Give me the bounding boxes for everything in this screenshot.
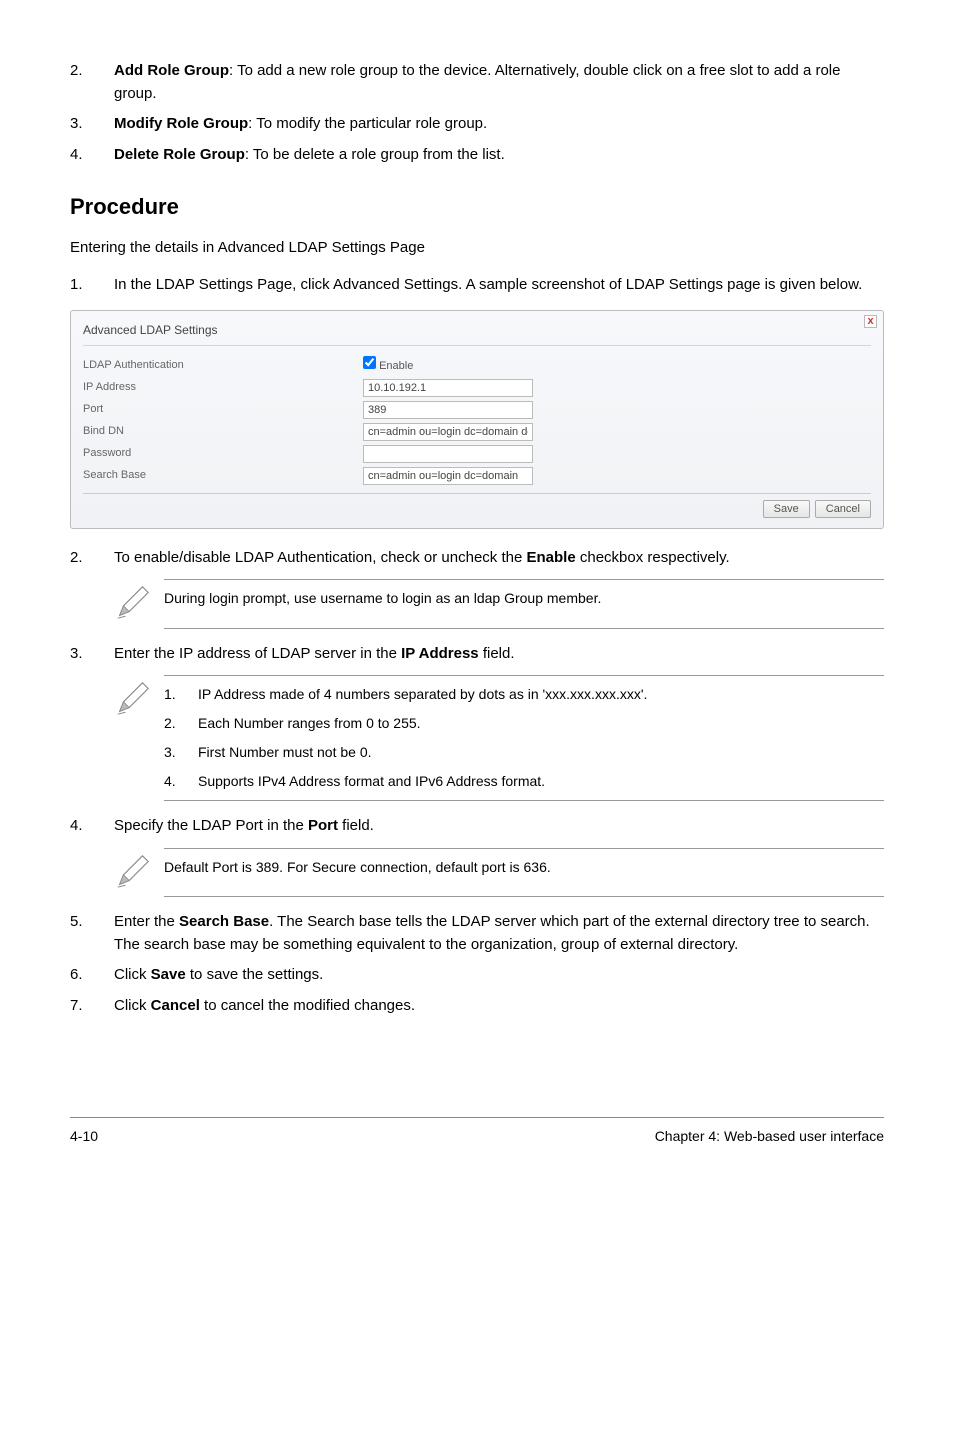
list-item-4: 4. Delete Role Group: To be delete a rol… bbox=[70, 144, 884, 167]
step-number: 7. bbox=[70, 995, 114, 1018]
enable-checkbox-group: Enable bbox=[363, 356, 413, 375]
save-button[interactable]: Save bbox=[763, 500, 810, 518]
label-ldap-auth: LDAP Authentication bbox=[83, 357, 363, 374]
step-5: 5. Enter the Search Base. The Search bas… bbox=[70, 911, 884, 956]
password-input[interactable] bbox=[363, 445, 533, 463]
note-sublist: 1.IP Address made of 4 numbers separated… bbox=[164, 675, 884, 801]
dialog-title: Advanced LDAP Settings bbox=[83, 321, 871, 346]
step-text: Click Save to save the settings. bbox=[114, 964, 884, 987]
label-port: Port bbox=[83, 401, 363, 418]
chapter-title: Chapter 4: Web-based user interface bbox=[655, 1126, 884, 1147]
row-ldap-auth: LDAP Authentication Enable bbox=[83, 356, 871, 375]
step-7: 7. Click Cancel to cancel the modified c… bbox=[70, 995, 884, 1018]
item-number: 4. bbox=[70, 144, 114, 167]
ip-address-input[interactable] bbox=[363, 379, 533, 397]
label-password: Password bbox=[83, 445, 363, 462]
note-block-2: During login prompt, use username to log… bbox=[114, 579, 884, 629]
step-text: Click Cancel to cancel the modified chan… bbox=[114, 995, 884, 1018]
label-ip-address: IP Address bbox=[83, 379, 363, 396]
note-block-4: Default Port is 389. For Secure connecti… bbox=[114, 848, 884, 898]
procedure-steps-cont: 2. To enable/disable LDAP Authentication… bbox=[70, 547, 884, 570]
port-input[interactable] bbox=[363, 401, 533, 419]
item-text: Delete Role Group: To be delete a role g… bbox=[114, 144, 884, 167]
row-port: Port bbox=[83, 401, 871, 419]
step-number: 3. bbox=[70, 643, 114, 666]
step-4: 4. Specify the LDAP Port in the Port fie… bbox=[70, 815, 884, 838]
item-text: Add Role Group: To add a new role group … bbox=[114, 60, 884, 105]
step-text: Enter the IP address of LDAP server in t… bbox=[114, 643, 884, 666]
item-text: Modify Role Group: To modify the particu… bbox=[114, 113, 884, 136]
page-footer: 4-10 Chapter 4: Web-based user interface bbox=[70, 1117, 884, 1147]
procedure-heading: Procedure bbox=[70, 190, 884, 223]
sub-item: 2.Each Number ranges from 0 to 255. bbox=[164, 713, 884, 734]
step-number: 6. bbox=[70, 964, 114, 987]
label-bind-dn: Bind DN bbox=[83, 423, 363, 440]
row-password: Password bbox=[83, 445, 871, 463]
step-number: 5. bbox=[70, 911, 114, 956]
step-1: 1. In the LDAP Settings Page, click Adva… bbox=[70, 274, 884, 297]
bind-dn-input[interactable] bbox=[363, 423, 533, 441]
row-bind-dn: Bind DN bbox=[83, 423, 871, 441]
search-base-input[interactable] bbox=[363, 467, 533, 485]
note-block-3: 1.IP Address made of 4 numbers separated… bbox=[114, 675, 884, 801]
row-ip-address: IP Address bbox=[83, 379, 871, 397]
item-number: 3. bbox=[70, 113, 114, 136]
note-text: During login prompt, use username to log… bbox=[164, 579, 884, 629]
step-text: To enable/disable LDAP Authentication, c… bbox=[114, 547, 884, 570]
step-text: Specify the LDAP Port in the Port field. bbox=[114, 815, 884, 838]
step-number: 1. bbox=[70, 274, 114, 297]
ldap-settings-dialog: x Advanced LDAP Settings LDAP Authentica… bbox=[70, 310, 884, 529]
enable-checkbox[interactable] bbox=[363, 356, 376, 369]
list-item-2: 2. Add Role Group: To add a new role gro… bbox=[70, 60, 884, 105]
step-3: 3. Enter the IP address of LDAP server i… bbox=[70, 643, 884, 666]
dialog-footer: Save Cancel bbox=[83, 493, 871, 518]
step-number: 2. bbox=[70, 547, 114, 570]
pencil-icon bbox=[114, 675, 164, 801]
sub-item: 4.Supports IPv4 Address format and IPv6 … bbox=[164, 771, 884, 792]
step-2: 2. To enable/disable LDAP Authentication… bbox=[70, 547, 884, 570]
sub-item: 3.First Number must not be 0. bbox=[164, 742, 884, 763]
label-search-base: Search Base bbox=[83, 467, 363, 484]
row-search-base: Search Base bbox=[83, 467, 871, 485]
step-6: 6. Click Save to save the settings. bbox=[70, 964, 884, 987]
procedure-intro: Entering the details in Advanced LDAP Se… bbox=[70, 237, 884, 260]
pencil-icon bbox=[114, 579, 164, 629]
sub-item: 1.IP Address made of 4 numbers separated… bbox=[164, 684, 884, 705]
close-icon[interactable]: x bbox=[864, 315, 877, 328]
step-text: In the LDAP Settings Page, click Advance… bbox=[114, 274, 884, 297]
top-list: 2. Add Role Group: To add a new role gro… bbox=[70, 60, 884, 166]
pencil-icon bbox=[114, 848, 164, 898]
item-number: 2. bbox=[70, 60, 114, 105]
note-text: Default Port is 389. For Secure connecti… bbox=[164, 848, 884, 898]
page-number: 4-10 bbox=[70, 1126, 98, 1147]
step-text: Enter the Search Base. The Search base t… bbox=[114, 911, 884, 956]
step-number: 4. bbox=[70, 815, 114, 838]
list-item-3: 3. Modify Role Group: To modify the part… bbox=[70, 113, 884, 136]
enable-checkbox-label: Enable bbox=[379, 360, 413, 372]
procedure-steps: 1. In the LDAP Settings Page, click Adva… bbox=[70, 274, 884, 297]
cancel-button[interactable]: Cancel bbox=[815, 500, 871, 518]
